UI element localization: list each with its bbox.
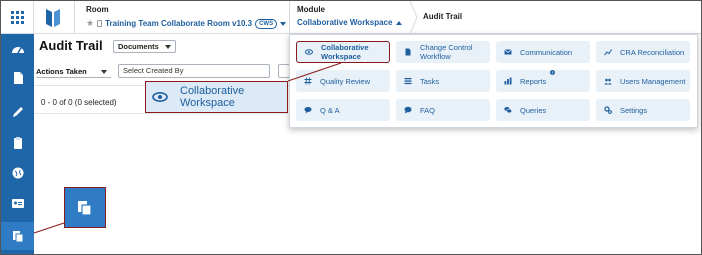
list-icon <box>404 78 412 85</box>
page-title: Audit Trail <box>39 38 103 53</box>
selection-count: 0 - 0 of 0 (0 selected) <box>41 98 117 107</box>
module-tile-faq[interactable]: FAQ <box>396 99 490 121</box>
header-divider <box>74 1 75 34</box>
sidebar-documents[interactable] <box>1 64 34 92</box>
id-card-icon <box>11 199 24 208</box>
module-tile-label: Reports <box>520 76 547 86</box>
module-tile-label: FAQ <box>420 105 436 115</box>
file-icon <box>13 72 23 84</box>
module-tile-q-and-a[interactable]: Q & A <box>296 99 390 121</box>
star-icon[interactable]: ★ <box>86 18 94 29</box>
users-icon <box>604 78 612 85</box>
module-tile-change-control-workflow[interactable]: Change Control Workflow <box>396 41 490 63</box>
comments-icon <box>504 107 512 114</box>
copy-document-icon <box>78 200 92 216</box>
chevron-down-icon[interactable] <box>280 21 287 26</box>
module-label: Module <box>297 5 325 14</box>
chevron-down-icon <box>101 70 107 74</box>
breadcrumb-arrow <box>410 1 418 34</box>
sidebar-dashboard[interactable] <box>1 36 34 64</box>
app-grid-button[interactable] <box>1 1 34 34</box>
chevron-up-icon[interactable] <box>396 20 403 25</box>
module-zoom-callout: Collaborative Workspace <box>145 81 288 113</box>
grid-icon <box>10 10 24 24</box>
chat-icon <box>304 107 312 114</box>
breadcrumb: Audit Trail <box>423 12 463 21</box>
sidebar-zoom-callout <box>64 187 106 228</box>
chevron-down-icon <box>165 45 171 49</box>
help-icon[interactable]: ? <box>550 70 555 75</box>
header-divider <box>289 1 290 34</box>
module-tile-reports[interactable]: Reports ? <box>496 70 590 92</box>
module-tile-quality-review[interactable]: Quality Review <box>296 70 390 92</box>
app-window: Room ★ Training Team Collaborate Room v1… <box>0 0 702 255</box>
room-selector[interactable]: ★ Training Team Collaborate Room v10.3 C… <box>86 18 287 29</box>
envelope-icon <box>504 49 512 55</box>
module-tile-collaborative-workspace[interactable]: Collaborative Workspace <box>296 41 390 63</box>
room-name: Training Team Collaborate Room v10.3 <box>105 19 253 28</box>
module-tile-communication[interactable]: Communication <box>496 41 590 63</box>
actions-taken-filter[interactable]: Actions Taken <box>36 65 111 78</box>
bar-chart-icon <box>504 77 512 85</box>
module-tile-label: Collaborative Workspace <box>321 43 369 61</box>
speech-icon <box>404 106 412 114</box>
dashboard-icon <box>11 47 24 54</box>
sidebar-contacts[interactable] <box>1 189 34 217</box>
created-by-select[interactable]: Select Created By <box>118 64 270 78</box>
actions-taken-label: Actions Taken <box>36 67 87 76</box>
sidebar-clipboard[interactable] <box>1 129 34 157</box>
module-tile-settings[interactable]: Settings <box>596 99 690 121</box>
module-tile-label: CRA Reconciliation <box>620 47 685 57</box>
chart-icon <box>604 49 612 56</box>
divider <box>34 113 290 114</box>
module-name: Collaborative Workspace <box>297 18 393 27</box>
module-selector[interactable]: Collaborative Workspace <box>297 18 403 27</box>
app-logo <box>46 9 60 27</box>
module-zoom-label: Collaborative Workspace <box>180 85 245 109</box>
module-tile-label: Settings <box>620 105 648 115</box>
module-tile-users-management[interactable]: Users Management <box>596 70 690 92</box>
module-dropdown: Collaborative Workspace Change Control W… <box>289 34 698 128</box>
room-badge: CWS <box>255 18 278 29</box>
document-icon <box>405 48 411 56</box>
eye-icon <box>152 92 168 102</box>
documents-select-value: Documents <box>118 42 159 51</box>
sidebar-audit-trail[interactable] <box>1 222 34 250</box>
lock-icon <box>97 20 103 27</box>
module-tile-label: Users Management <box>620 76 686 86</box>
clipboard-icon <box>13 137 22 149</box>
eye-icon <box>305 49 313 55</box>
module-tile-label: Q & A <box>320 105 340 115</box>
hash-icon <box>304 77 312 85</box>
sidebar-globe[interactable] <box>1 159 34 187</box>
room-label: Room <box>86 5 109 14</box>
module-tile-label: Tasks <box>420 76 440 86</box>
sidebar-edit[interactable] <box>1 98 34 126</box>
module-tile-cra-reconciliation[interactable]: CRA Reconciliation <box>596 41 690 63</box>
module-tile-label: Communication <box>520 47 573 57</box>
top-header: Room ★ Training Team Collaborate Room v1… <box>34 1 701 34</box>
module-tile-label: Change Control Workflow <box>420 43 473 61</box>
pencil-icon <box>12 107 23 117</box>
documents-select[interactable]: Documents <box>113 40 176 53</box>
module-tile-tasks[interactable]: Tasks <box>396 70 490 92</box>
gears-icon <box>604 106 612 114</box>
created-by-placeholder: Select Created By <box>123 66 184 75</box>
globe-icon <box>12 167 23 179</box>
module-tile-label: Queries <box>520 105 547 115</box>
copy-document-icon <box>12 231 23 243</box>
left-sidebar <box>1 1 34 254</box>
module-tile-queries[interactable]: Queries <box>496 99 590 121</box>
module-tile-label: Quality Review <box>320 76 371 86</box>
